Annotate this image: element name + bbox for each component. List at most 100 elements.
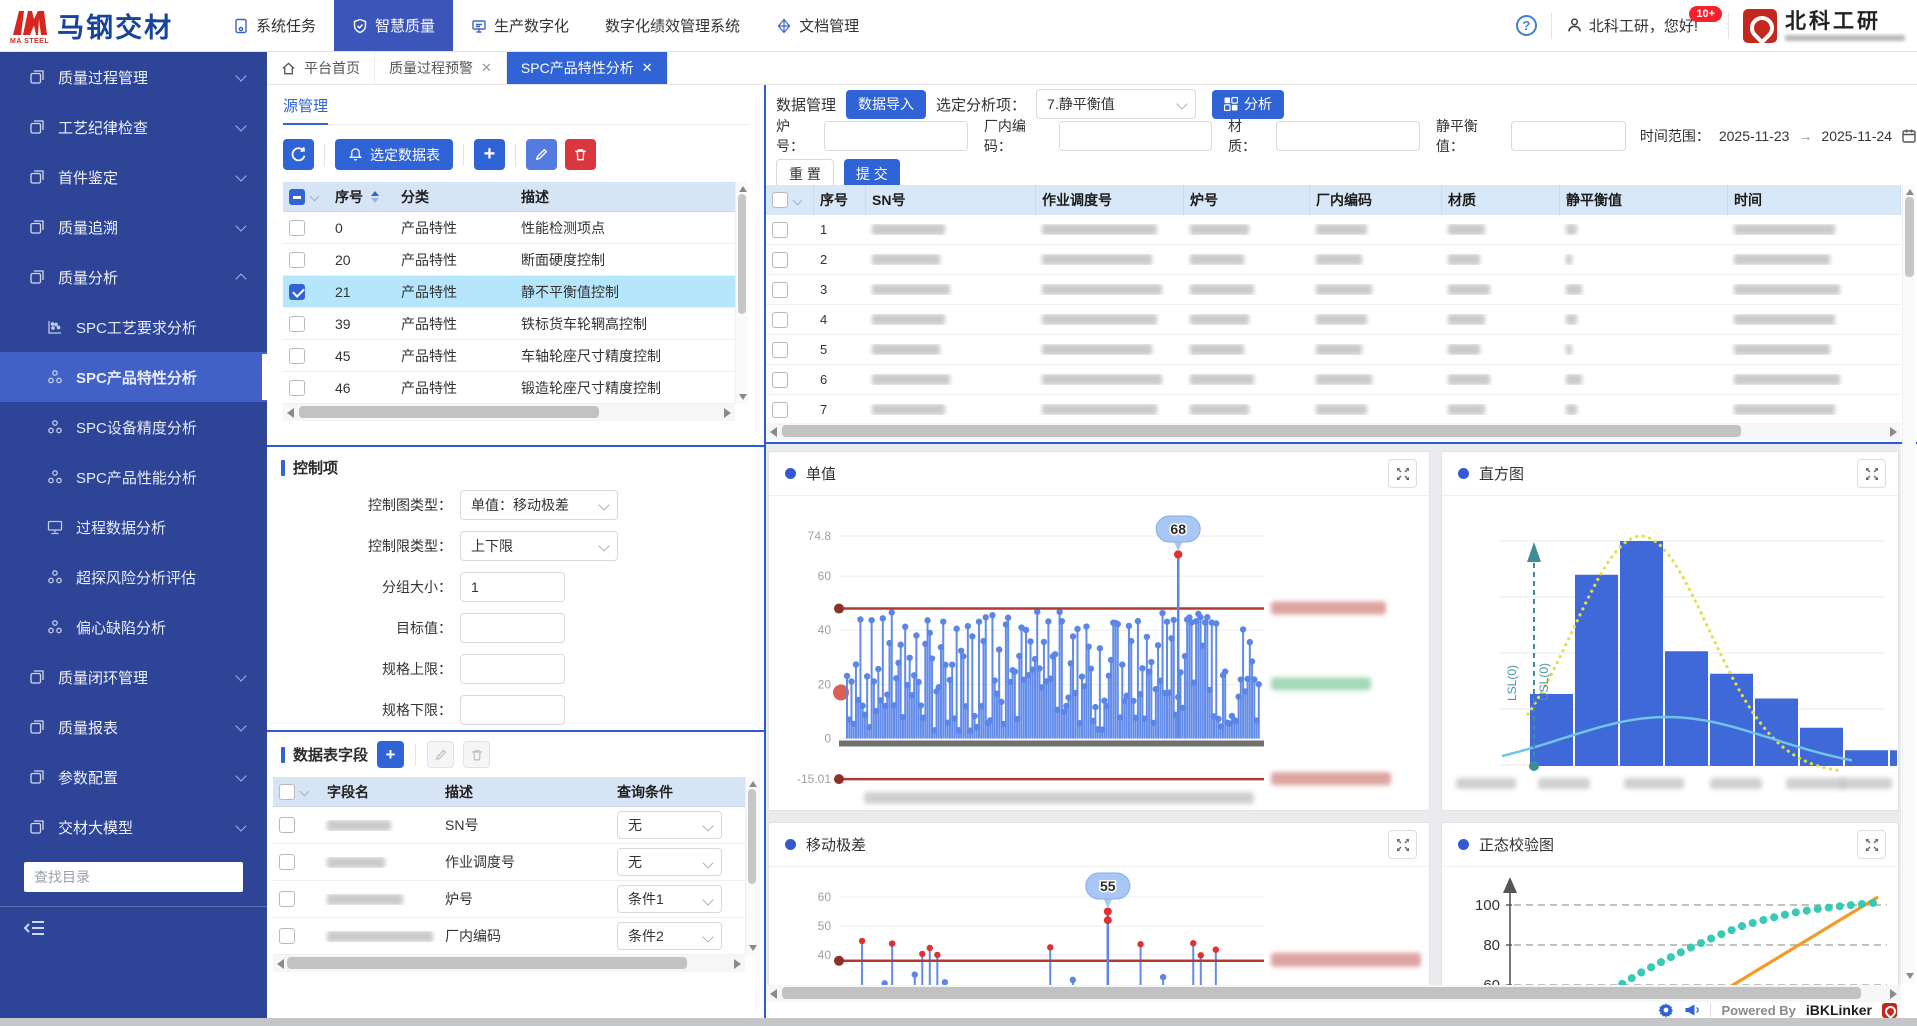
sidebar-item-12[interactable]: 偏心缺陷分析 [0, 602, 267, 652]
data-row-2[interactable]: 2 [766, 245, 1901, 275]
moving-range-chart[interactable]: 60504055 [769, 867, 1429, 985]
reset-button[interactable]: 重 置 [776, 159, 834, 188]
filter-furnace-input[interactable] [824, 121, 968, 151]
field-row-4[interactable]: 厂内编码条件2 [273, 918, 745, 955]
edit-field-button[interactable] [427, 741, 454, 768]
select-all-checkbox[interactable] [289, 189, 305, 205]
tab-1[interactable]: 平台首页 [267, 52, 375, 84]
powered-by-brand[interactable]: iBKLinker [1806, 1002, 1872, 1018]
filter-balance-input[interactable] [1511, 121, 1626, 151]
sidebar-item-16[interactable]: 交材大模型 [0, 802, 267, 852]
nav-item-1[interactable]: 系统任务 [215, 0, 334, 51]
date-range[interactable]: 时间范围： 2025-11-23 → 2025-11-24 [1640, 126, 1917, 146]
row-checkbox[interactable] [289, 316, 305, 332]
control-field-select[interactable]: 单值：移动极差 [460, 490, 618, 520]
help-icon[interactable]: ? [1516, 15, 1537, 36]
data-import-button[interactable]: 数据导入 [846, 90, 926, 119]
filter-material-input[interactable] [1276, 121, 1420, 151]
sidebar-item-15[interactable]: 参数配置 [0, 752, 267, 802]
tab-source-management[interactable]: 源管理 [283, 95, 328, 125]
sidebar-item-2[interactable]: 工艺纪律检查 [0, 102, 267, 152]
normality-chart[interactable]: 1008060 [1442, 867, 1897, 985]
select-datatable-button[interactable]: 选定数据表 [335, 139, 453, 170]
data-row-7[interactable]: 7 [766, 395, 1901, 425]
gear-icon[interactable] [1658, 1002, 1674, 1018]
row-checkbox[interactable] [279, 854, 295, 870]
delete-source-button[interactable] [565, 139, 596, 170]
nav-item-2[interactable]: 智慧质量 [334, 0, 453, 51]
data-row-5[interactable]: 5 [766, 335, 1901, 365]
expand-icon[interactable] [1388, 459, 1417, 488]
field-row-3[interactable]: 炉号条件1 [273, 881, 745, 918]
notification-badge[interactable]: 10+ [1689, 6, 1722, 22]
source-row-21[interactable]: 21产品特性静不平衡值控制 [283, 276, 735, 308]
expand-icon[interactable] [1857, 830, 1886, 859]
control-field-input[interactable] [460, 613, 565, 643]
sidebar-item-9[interactable]: SPC产品性能分析 [0, 452, 267, 502]
fields-table-hscrollbar[interactable] [273, 955, 745, 972]
nav-item-4[interactable]: 数字化绩效管理系统 [587, 0, 758, 51]
sidebar-item-4[interactable]: 质量追溯 [0, 202, 267, 252]
close-icon[interactable]: ✕ [481, 60, 492, 76]
source-table-hscrollbar[interactable] [283, 404, 735, 421]
fields-table-vscrollbar[interactable] [745, 777, 758, 955]
submit-button[interactable]: 提 交 [844, 159, 900, 188]
charts-hscrollbar[interactable] [766, 985, 1901, 1002]
sidebar-item-6[interactable]: SPC工艺要求分析 [0, 302, 267, 352]
analysis-item-select[interactable]: 7.静平衡值 [1036, 89, 1196, 119]
sidebar-collapse-button[interactable] [24, 919, 46, 937]
row-checkbox[interactable] [289, 284, 305, 300]
megaphone-icon[interactable] [1684, 1002, 1700, 1018]
user-greeting[interactable]: 北科工研，您好! 10+ [1566, 15, 1714, 36]
delete-field-button[interactable] [463, 741, 490, 768]
row-checkbox[interactable] [279, 928, 295, 944]
sidebar-item-11[interactable]: 超探风险分析评估 [0, 552, 267, 602]
condition-select[interactable]: 条件2 [617, 922, 722, 950]
control-field-input[interactable] [460, 654, 565, 684]
row-checkbox[interactable] [289, 348, 305, 364]
add-field-button[interactable]: + [377, 741, 404, 768]
sidebar-item-5[interactable]: 质量分析 [0, 252, 267, 302]
condition-select[interactable]: 无 [617, 848, 722, 876]
date-start[interactable]: 2025-11-23 [1719, 128, 1790, 144]
close-icon[interactable]: ✕ [642, 60, 653, 76]
sidebar-item-14[interactable]: 质量报表 [0, 702, 267, 752]
sidebar-item-8[interactable]: SPC设备精度分析 [0, 402, 267, 452]
source-row-46[interactable]: 46产品特性锻造轮座尺寸精度控制 [283, 372, 735, 404]
expand-icon[interactable] [1388, 830, 1417, 859]
add-source-button[interactable]: + [474, 139, 505, 170]
condition-select[interactable]: 无 [617, 811, 722, 839]
sidebar-item-3[interactable]: 首件鉴定 [0, 152, 267, 202]
control-field-select[interactable]: 上下限 [460, 531, 618, 561]
row-checkbox[interactable] [772, 402, 788, 418]
sidebar-item-10[interactable]: 过程数据分析 [0, 502, 267, 552]
nav-item-5[interactable]: 文档管理 [758, 0, 877, 51]
select-all-checkbox[interactable] [279, 784, 295, 800]
data-row-6[interactable]: 6 [766, 365, 1901, 395]
source-row-0[interactable]: 0产品特性性能检测项点 [283, 212, 735, 244]
row-checkbox[interactable] [289, 252, 305, 268]
expand-icon[interactable] [1857, 459, 1886, 488]
sidebar-item-13[interactable]: 质量闭环管理 [0, 652, 267, 702]
histogram-chart[interactable]: LSL(0)USL(0) [1442, 496, 1897, 809]
field-row-2[interactable]: 作业调度号无 [273, 844, 745, 881]
field-row-1[interactable]: SN号无 [273, 807, 745, 844]
tab-3[interactable]: SPC产品特性分析✕ [507, 52, 668, 84]
source-table-vscrollbar[interactable] [735, 182, 748, 404]
source-row-39[interactable]: 39产品特性铁标货车轮辋高控制 [283, 308, 735, 340]
row-checkbox[interactable] [772, 372, 788, 388]
refresh-button[interactable] [283, 139, 314, 170]
date-end[interactable]: 2025-11-24 [1821, 128, 1892, 144]
sidebar-search-input[interactable]: 查找目录 [24, 862, 243, 892]
source-row-20[interactable]: 20产品特性断面硬度控制 [283, 244, 735, 276]
condition-select[interactable]: 条件1 [617, 885, 722, 913]
edit-source-button[interactable] [526, 139, 557, 170]
tab-2[interactable]: 质量过程预警✕ [375, 52, 507, 84]
calendar-icon[interactable] [1901, 128, 1917, 144]
source-row-45[interactable]: 45产品特性车轴轮座尺寸精度控制 [283, 340, 735, 372]
data-row-1[interactable]: 1 [766, 215, 1901, 245]
row-checkbox[interactable] [289, 380, 305, 396]
control-field-input[interactable] [460, 695, 565, 725]
nav-item-3[interactable]: 生产数字化 [453, 0, 587, 51]
filter-plantcode-input[interactable] [1059, 121, 1212, 151]
